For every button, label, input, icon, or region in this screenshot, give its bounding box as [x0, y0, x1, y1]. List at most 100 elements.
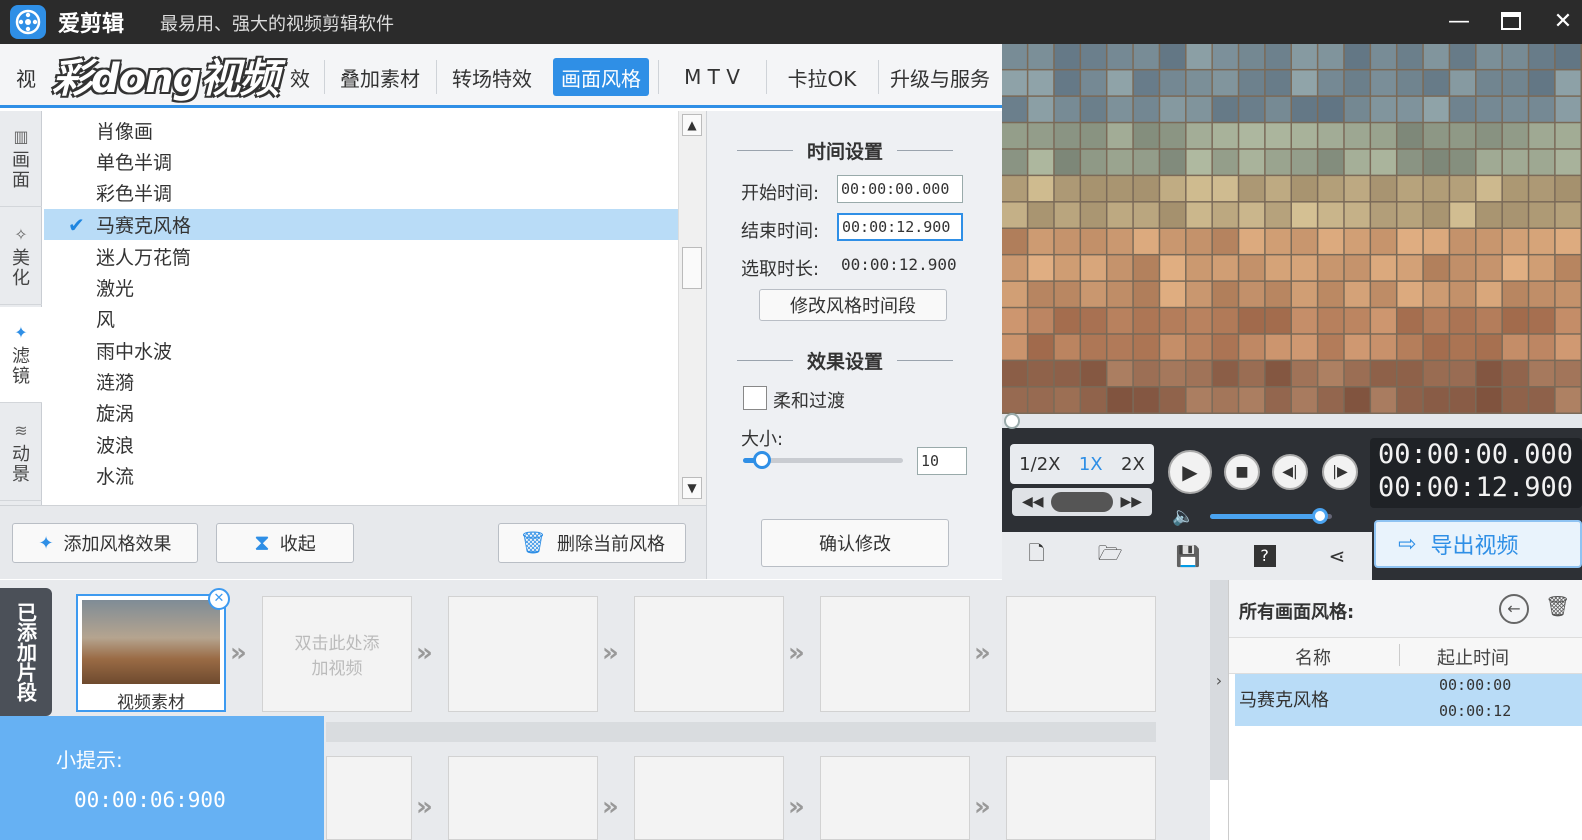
filter-item[interactable]: 波浪 [44, 429, 678, 460]
timeline-scrollbar[interactable] [326, 722, 1156, 742]
back-icon[interactable]: ← [1499, 594, 1529, 624]
mosaic-tile [1133, 96, 1159, 122]
mosaic-tile [1450, 361, 1476, 387]
add-video-slot[interactable]: 双击此处添加视频 [262, 596, 412, 712]
trash-icon[interactable]: 🗑 [1545, 594, 1570, 618]
progress-bar[interactable] [1002, 413, 1582, 429]
minimize-button[interactable]: — [1442, 6, 1476, 36]
panel-toggle-icon[interactable]: › [1210, 580, 1228, 780]
tab-overlay[interactable]: 叠加素材 [330, 58, 430, 96]
empty-clip-slot[interactable] [820, 756, 970, 840]
delete-style-button[interactable]: 🗑 删除当前风格 [498, 523, 686, 563]
new-file-icon[interactable]: 🗋 [1029, 539, 1045, 573]
play-button[interactable]: ▶ [1168, 450, 1212, 494]
save-icon[interactable]: 💾 [1176, 544, 1201, 568]
filter-item[interactable]: 涟漪 [44, 366, 678, 397]
rewind-icon[interactable]: ◀◀ [1022, 494, 1044, 510]
video-clip[interactable]: 视频素材 ✕ [76, 588, 230, 713]
tab-picture-style[interactable]: 画面风格 [553, 58, 649, 96]
open-folder-icon[interactable]: 🗁 [1098, 539, 1123, 573]
size-input[interactable]: 10 [917, 447, 967, 475]
mosaic-tile [1555, 229, 1581, 254]
confirm-button[interactable]: 确认修改 [761, 519, 949, 567]
empty-clip-slot[interactable] [448, 596, 598, 712]
mosaic-tile [1212, 149, 1238, 175]
scroll-thumb[interactable] [682, 247, 702, 289]
stop-button[interactable]: ■ [1224, 454, 1260, 490]
chevron-right-icon: » [788, 792, 805, 822]
empty-clip-slot[interactable] [634, 596, 784, 712]
maximize-button[interactable] [1494, 6, 1528, 36]
progress-handle[interactable] [1004, 413, 1020, 429]
size-slider-handle[interactable] [753, 451, 772, 469]
prev-frame-button[interactable]: ◀| [1272, 454, 1308, 490]
volume-icon[interactable]: 🔈 [1172, 506, 1194, 527]
empty-clip-slot[interactable] [634, 756, 784, 840]
mosaic-tile [1371, 123, 1396, 149]
mosaic-tile [1212, 281, 1238, 307]
end-time-input[interactable]: 00:00:12.900 [837, 213, 963, 241]
add-style-button[interactable]: ✦ 添加风格效果 [12, 523, 198, 563]
volume-handle[interactable] [1311, 508, 1328, 524]
share-icon[interactable]: ⋖ [1329, 544, 1346, 568]
export-icon: ⇨ [1398, 531, 1417, 557]
export-video-button[interactable]: ⇨ 导出视频 [1374, 520, 1582, 568]
empty-clip-slot[interactable] [1006, 756, 1156, 840]
filter-item[interactable]: 雨中水波 [44, 335, 678, 366]
speed-half[interactable]: 1/2X [1019, 454, 1060, 475]
empty-clip-slot[interactable] [448, 756, 598, 840]
hint-box: 小提示: 00:00:06:900 [0, 716, 324, 840]
start-time-input[interactable]: 00:00:00.000 [837, 175, 963, 203]
mosaic-tile [1423, 96, 1449, 122]
help-icon[interactable]: ? [1253, 545, 1276, 567]
mosaic-tile [1002, 70, 1027, 96]
tab-transition[interactable]: 转场特效 [442, 58, 542, 96]
filter-item[interactable]: 水流 [44, 460, 678, 491]
filter-item[interactable]: 彩色半调 [44, 177, 678, 208]
speed-2x[interactable]: 2X [1121, 454, 1145, 475]
modify-range-button[interactable]: 修改风格时间段 [759, 289, 947, 321]
mosaic-tile [1160, 70, 1186, 96]
sidetab-picture[interactable]: ▥ 画面 [0, 111, 42, 207]
mosaic-tile [1397, 202, 1423, 228]
filter-item[interactable]: 肖像画 [44, 115, 678, 146]
filter-item[interactable]: 激光 [44, 272, 678, 303]
filter-item[interactable]: 迷人万花筒 [44, 241, 678, 272]
next-frame-button[interactable]: |▶ [1322, 454, 1358, 490]
sidetab-filter[interactable]: ✦ 滤镜 [0, 307, 42, 403]
mosaic-tile [1450, 387, 1476, 413]
volume-slider[interactable] [1210, 508, 1332, 524]
sidetab-motion[interactable]: ≋ 动景 [0, 405, 42, 501]
mosaic-tile [1186, 176, 1212, 202]
tab-effects[interactable]: 效 [282, 58, 318, 96]
scroll-down-icon[interactable]: ▼ [682, 477, 702, 499]
tab-mtv[interactable]: M T V [664, 58, 760, 96]
close-button[interactable]: ✕ [1546, 6, 1580, 36]
smooth-transition-checkbox[interactable] [743, 386, 767, 410]
tab-video[interactable]: 视 [8, 58, 44, 96]
filter-item[interactable]: 单色半调 [44, 146, 678, 177]
remove-clip-icon[interactable]: ✕ [208, 588, 230, 610]
mosaic-tile [1212, 229, 1238, 254]
empty-clip-slot[interactable] [326, 756, 412, 840]
jog-wheel[interactable] [1051, 492, 1113, 512]
filter-item-selected[interactable]: ✔ 马赛克风格 [44, 209, 678, 240]
fast-forward-icon[interactable]: ▶▶ [1120, 494, 1142, 510]
sidetab-beautify[interactable]: ✧ 美化 [0, 209, 42, 305]
filter-item[interactable]: 旋涡 [44, 397, 678, 428]
scroll-up-icon[interactable]: ▲ [682, 114, 702, 136]
size-slider[interactable] [743, 451, 903, 469]
tab-upgrade[interactable]: 升级与服务 [882, 58, 998, 96]
filter-list-scrollbar[interactable]: ▲ ▼ [678, 111, 706, 505]
mosaic-tile [1502, 281, 1528, 307]
mosaic-tile [1133, 361, 1159, 387]
collapse-button[interactable]: ⧗ 收起 [216, 523, 354, 563]
chevron-right-icon: » [230, 638, 247, 668]
filter-item[interactable]: 风 [44, 303, 678, 334]
empty-clip-slot[interactable] [820, 596, 970, 712]
table-row[interactable]: 马赛克风格 00:00:00 00:00:12 [1235, 674, 1582, 726]
speed-1x[interactable]: 1X [1079, 454, 1103, 475]
mosaic-tile [1371, 387, 1396, 413]
empty-clip-slot[interactable] [1006, 596, 1156, 712]
tab-karaoke[interactable]: 卡拉OK [772, 58, 872, 96]
